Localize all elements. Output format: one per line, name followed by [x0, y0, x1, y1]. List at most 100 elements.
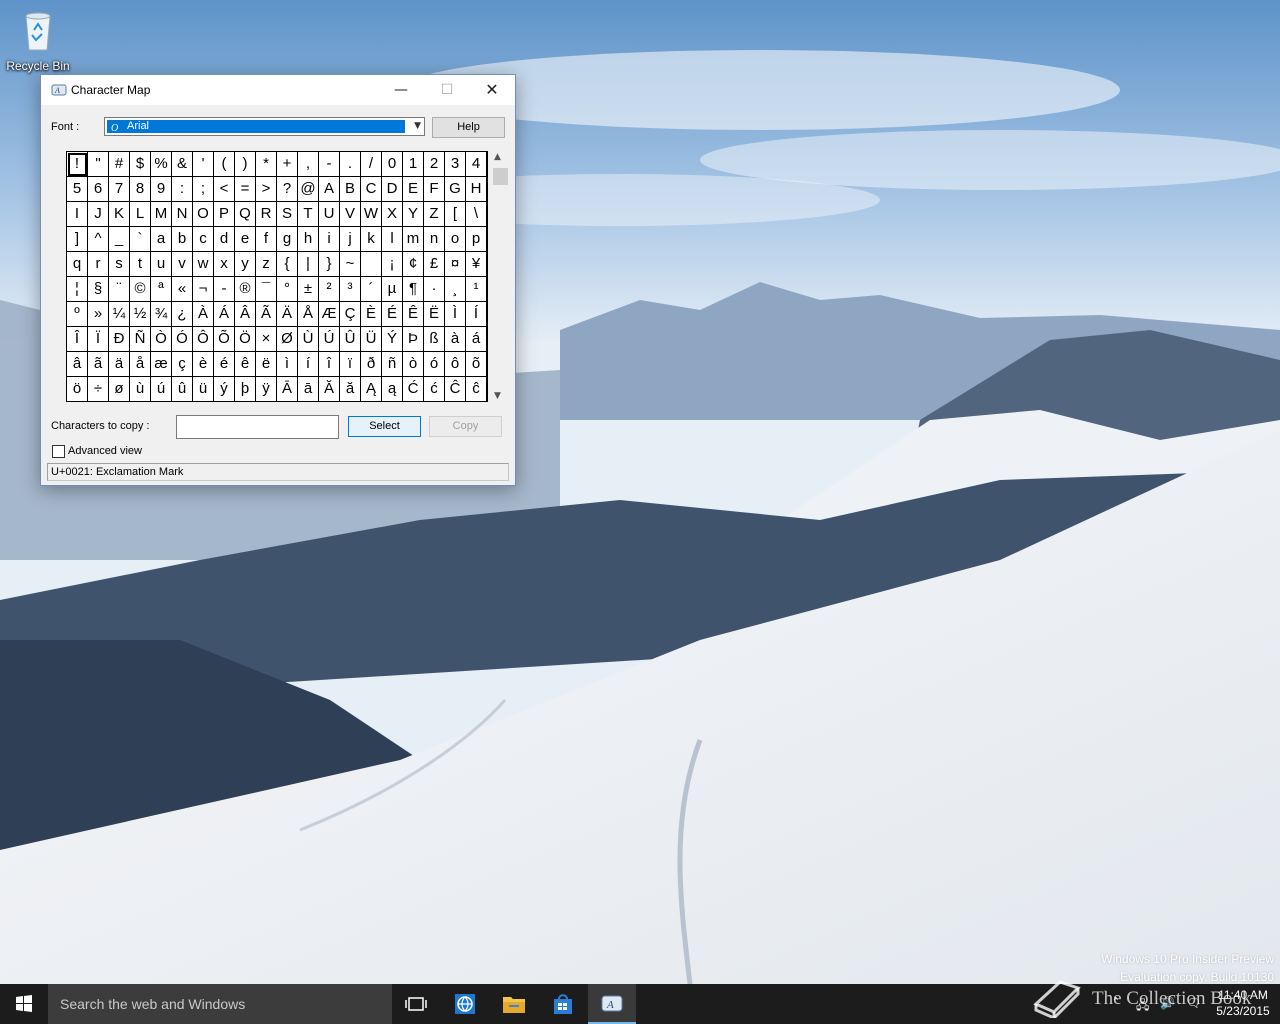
help-button[interactable]: Help — [432, 117, 505, 138]
maximize-button[interactable]: ☐ — [424, 75, 470, 105]
char-cell[interactable]: ? — [277, 177, 298, 202]
char-cell[interactable]: Ó — [172, 327, 193, 352]
char-cell[interactable]: â — [67, 352, 88, 377]
select-button[interactable]: Select — [348, 416, 421, 437]
char-cell[interactable]: W — [361, 202, 382, 227]
char-cell[interactable]: È — [361, 302, 382, 327]
char-cell[interactable]: § — [88, 277, 109, 302]
char-cell[interactable]: Æ — [319, 302, 340, 327]
char-cell[interactable]: Z — [424, 202, 445, 227]
char-cell[interactable]: Õ — [214, 327, 235, 352]
char-cell[interactable]: D — [382, 177, 403, 202]
char-cell[interactable]: Í — [466, 302, 487, 327]
char-cell[interactable]: / — [361, 152, 382, 177]
char-cell[interactable]: ¦ — [67, 277, 88, 302]
char-cell[interactable]: N — [172, 202, 193, 227]
char-cell[interactable]: ª — [151, 277, 172, 302]
char-cell[interactable]: , — [298, 152, 319, 177]
char-cell[interactable]: k — [361, 227, 382, 252]
char-cell[interactable]: = — [235, 177, 256, 202]
recycle-bin[interactable]: Recycle Bin — [4, 8, 72, 73]
char-cell[interactable]: ¶ — [403, 277, 424, 302]
title-bar[interactable]: A Character Map — ☐ ✕ — [41, 75, 515, 105]
char-cell[interactable]: Â — [235, 302, 256, 327]
char-cell[interactable]: H — [466, 177, 487, 202]
char-cell[interactable]: Ą — [361, 377, 382, 402]
char-cell[interactable]: 1 — [403, 152, 424, 177]
character-grid[interactable]: ! " # $% & '() * +, -./0 1 2 3 4 5 6 7 8 9:; < = >? @ A B C D E F G H… — [66, 151, 488, 402]
char-cell[interactable]: f — [256, 227, 277, 252]
char-cell[interactable]: Ð — [109, 327, 130, 352]
char-cell[interactable]: Ç — [340, 302, 361, 327]
char-cell[interactable]: © — [130, 277, 151, 302]
char-cell[interactable]: ` — [130, 227, 151, 252]
chevron-down-icon[interactable]: ▼ — [414, 121, 421, 131]
char-cell[interactable]: ĉ — [466, 377, 487, 402]
char-cell[interactable]: % — [151, 152, 172, 177]
char-cell[interactable]: ô — [445, 352, 466, 377]
char-cell[interactable]: 6 — [88, 177, 109, 202]
char-cell[interactable]: 5 — [67, 177, 88, 202]
char-cell[interactable]: Ĉ — [445, 377, 466, 402]
char-cell[interactable]: w — [193, 252, 214, 277]
char-cell[interactable]: · — [424, 277, 445, 302]
char-cell[interactable]: ~ — [340, 252, 361, 277]
char-cell[interactable]: ¹ — [466, 277, 487, 302]
char-cell[interactable]: ą — [382, 377, 403, 402]
char-cell[interactable] — [361, 252, 382, 277]
char-cell[interactable]: t — [130, 252, 151, 277]
advanced-view-checkbox[interactable] — [52, 445, 65, 458]
char-cell[interactable]: þ — [235, 377, 256, 402]
char-cell[interactable]: b — [172, 227, 193, 252]
char-cell[interactable]: Ö — [235, 327, 256, 352]
char-cell[interactable]: ó — [424, 352, 445, 377]
char-cell[interactable]: ² — [319, 277, 340, 302]
char-cell[interactable]: > — [256, 177, 277, 202]
char-cell[interactable]: ' — [193, 152, 214, 177]
char-cell[interactable]: x — [214, 252, 235, 277]
char-cell[interactable]: < — [214, 177, 235, 202]
char-cell[interactable]: 9 — [151, 177, 172, 202]
char-cell[interactable]: ¢ — [403, 252, 424, 277]
char-cell[interactable]: ³ — [340, 277, 361, 302]
char-cell[interactable]: B — [340, 177, 361, 202]
char-cell[interactable]: Û — [340, 327, 361, 352]
char-cell[interactable]: ã — [88, 352, 109, 377]
char-cell[interactable]: ( — [214, 152, 235, 177]
char-cell[interactable]: J — [88, 202, 109, 227]
char-cell[interactable]: | — [298, 252, 319, 277]
char-cell[interactable]: ê — [235, 352, 256, 377]
char-cell[interactable]: ð — [361, 352, 382, 377]
char-cell[interactable]: 0 — [382, 152, 403, 177]
char-cell[interactable]: ø — [109, 377, 130, 402]
char-cell[interactable]: É — [382, 302, 403, 327]
char-cell[interactable]: C — [361, 177, 382, 202]
char-cell[interactable]: A — [319, 177, 340, 202]
char-cell[interactable]: ä — [109, 352, 130, 377]
char-cell[interactable]: í — [298, 352, 319, 377]
char-cell[interactable]: 7 — [109, 177, 130, 202]
char-cell[interactable]: T — [298, 202, 319, 227]
char-cell[interactable]: R — [256, 202, 277, 227]
char-cell[interactable]: ö — [67, 377, 88, 402]
char-cell[interactable]: ÷ — [88, 377, 109, 402]
char-cell[interactable]: a — [151, 227, 172, 252]
char-cell[interactable]: ñ — [382, 352, 403, 377]
char-cell[interactable]: £ — [424, 252, 445, 277]
char-cell[interactable]: µ — [382, 277, 403, 302]
char-cell[interactable]: 4 — [466, 152, 487, 177]
char-cell[interactable]: ¡ — [382, 252, 403, 277]
char-cell[interactable]: û — [172, 377, 193, 402]
char-cell[interactable]: ¥ — [466, 252, 487, 277]
store-button[interactable] — [539, 984, 587, 1024]
char-cell[interactable]: P — [214, 202, 235, 227]
char-cell[interactable]: & — [172, 152, 193, 177]
char-cell[interactable]: Ñ — [130, 327, 151, 352]
char-cell[interactable]: × — [256, 327, 277, 352]
char-cell[interactable]: ç — [172, 352, 193, 377]
char-cell[interactable]: * — [256, 152, 277, 177]
file-explorer-button[interactable] — [490, 984, 538, 1024]
characters-to-copy-input[interactable] — [176, 415, 339, 439]
char-cell[interactable]: º — [67, 302, 88, 327]
char-cell[interactable]: z — [256, 252, 277, 277]
